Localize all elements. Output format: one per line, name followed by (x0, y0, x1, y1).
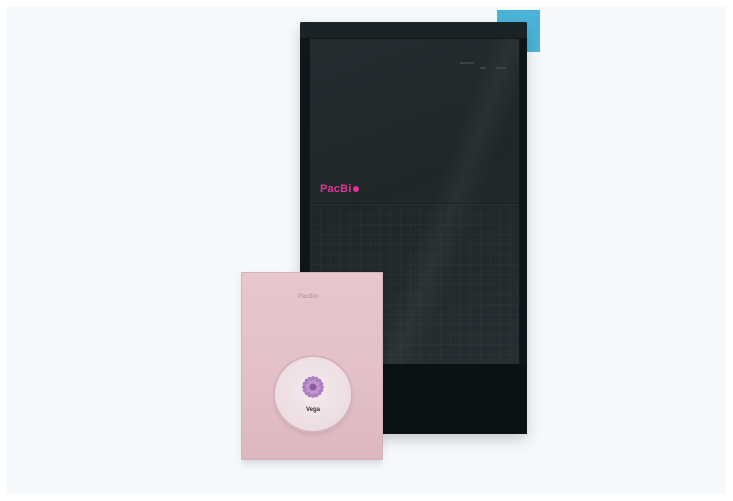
pacbio-logo: PacBi (320, 183, 359, 195)
brand-dot-icon (352, 186, 359, 192)
screen-status-line (480, 67, 486, 69)
kit-disc (275, 357, 351, 431)
kit-label: Vega (305, 407, 320, 413)
instrument-top-band (300, 22, 527, 38)
screen-status-line (460, 62, 474, 64)
screen-status-line (496, 67, 506, 69)
kit-logo: PacBio (298, 294, 319, 300)
flower-graphic-icon (302, 376, 324, 398)
pacbio-logo-text: PacBi (320, 183, 352, 195)
